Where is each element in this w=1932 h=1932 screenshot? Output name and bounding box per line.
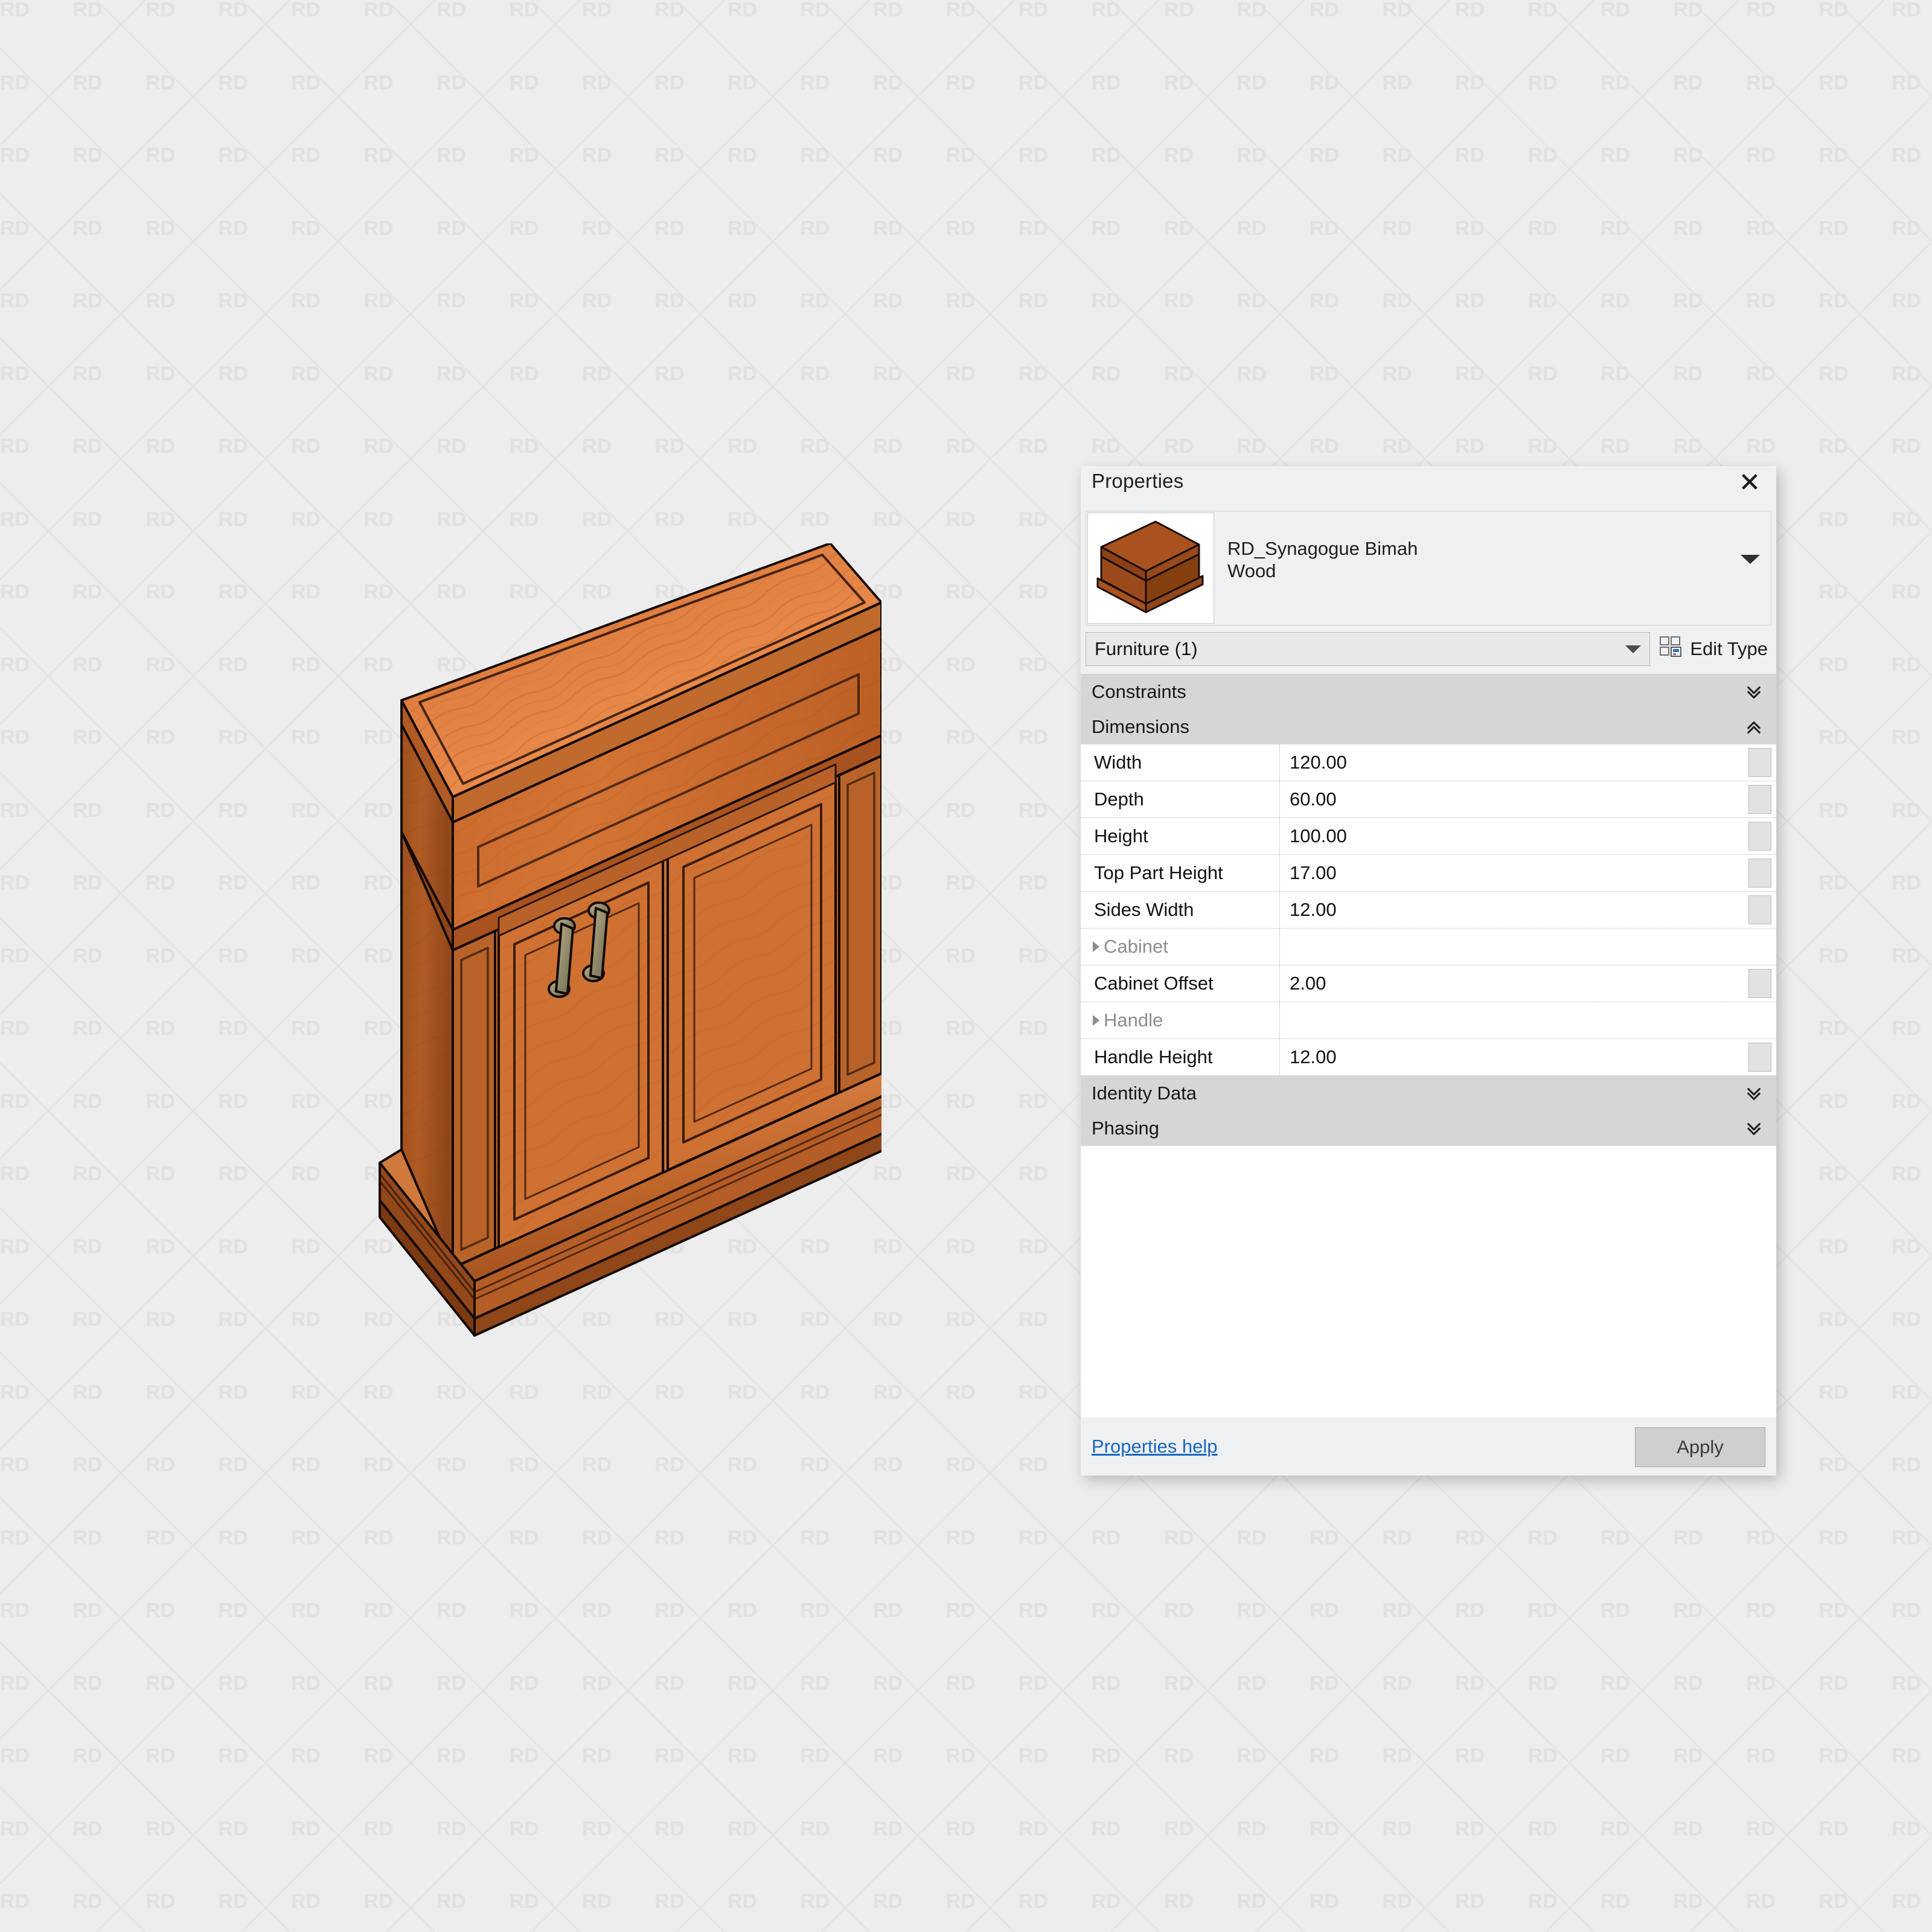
- properties-help-link[interactable]: Properties help: [1092, 1436, 1218, 1457]
- property-row[interactable]: Sides Width 12.00: [1081, 892, 1776, 929]
- property-label: Sides Width: [1081, 892, 1280, 928]
- property-row[interactable]: Handle: [1081, 1002, 1776, 1039]
- palette-title-bar: Properties ✕: [1081, 466, 1776, 510]
- property-value[interactable]: 120.00: [1280, 744, 1748, 781]
- property-label-text: Depth: [1094, 788, 1144, 810]
- property-label-text: Handle Height: [1094, 1046, 1213, 1067]
- property-associate-button[interactable]: [1748, 748, 1771, 777]
- property-label: Width: [1081, 744, 1280, 781]
- property-associate-button[interactable]: [1748, 895, 1771, 924]
- category-selector[interactable]: Furniture (1): [1086, 632, 1651, 666]
- table-empty-area: [1081, 1146, 1776, 1418]
- property-label: Height: [1081, 818, 1280, 854]
- property-group-constraints[interactable]: Constraints: [1081, 674, 1776, 709]
- selector-row: Furniture (1) Edit Type: [1086, 630, 1771, 668]
- apply-button[interactable]: Apply: [1635, 1427, 1765, 1467]
- property-row[interactable]: Height 100.00: [1081, 818, 1776, 855]
- property-label-text: Height: [1094, 825, 1148, 846]
- property-label-text: Handle: [1104, 1009, 1163, 1031]
- property-value[interactable]: 17.00: [1280, 855, 1748, 891]
- chevron-double-down-icon[interactable]: [1746, 1086, 1762, 1101]
- palette-body: RD_Synagogue Bimah Wood Furniture (1) Ed…: [1081, 510, 1776, 1418]
- property-row[interactable]: Cabinet: [1081, 929, 1776, 965]
- property-row[interactable]: Width 120.00: [1081, 744, 1776, 781]
- property-row[interactable]: Handle Height 12.00: [1081, 1039, 1776, 1076]
- chevron-double-down-icon[interactable]: [1746, 1121, 1762, 1136]
- property-label: Handle: [1081, 1002, 1280, 1038]
- property-group-identity-data[interactable]: Identity Data: [1081, 1076, 1776, 1111]
- chevron-double-up-icon[interactable]: [1746, 719, 1762, 735]
- property-value[interactable]: 100.00: [1280, 818, 1748, 854]
- property-associate-button[interactable]: [1748, 822, 1771, 851]
- property-value[interactable]: 60.00: [1280, 781, 1748, 817]
- property-label-text: Width: [1094, 752, 1142, 773]
- chevron-double-down-icon[interactable]: [1746, 684, 1762, 700]
- triangle-right-icon[interactable]: [1093, 941, 1099, 952]
- property-value[interactable]: 12.00: [1280, 892, 1748, 928]
- property-label: Cabinet: [1081, 929, 1280, 965]
- palette-title: Properties: [1092, 470, 1184, 492]
- palette-footer: Properties help Apply: [1081, 1418, 1776, 1476]
- property-label: Top Part Height: [1081, 855, 1280, 891]
- property-label: Depth: [1081, 781, 1280, 817]
- property-associate-button[interactable]: [1748, 859, 1771, 888]
- property-group-dimensions[interactable]: Dimensions: [1081, 709, 1776, 744]
- property-associate-button[interactable]: [1748, 969, 1771, 998]
- properties-table: Constraints Dimensions Width 120.00 Depth 60.…: [1081, 674, 1776, 1146]
- property-associate-button[interactable]: [1748, 1043, 1771, 1072]
- family-name: RD_Synagogue Bimah: [1227, 538, 1418, 559]
- property-group-phasing[interactable]: Phasing: [1081, 1111, 1776, 1146]
- property-group-label: Phasing: [1092, 1118, 1160, 1139]
- property-value: [1280, 1002, 1748, 1038]
- property-group-label: Constraints: [1092, 681, 1186, 702]
- property-label: Cabinet Offset: [1081, 965, 1280, 1002]
- property-value[interactable]: 2.00: [1280, 965, 1748, 1002]
- edit-type-label: Edit Type: [1690, 638, 1768, 659]
- type-name: Wood: [1227, 560, 1276, 581]
- property-label-text: Top Part Height: [1094, 862, 1223, 883]
- chevron-down-icon: [1625, 645, 1642, 653]
- properties-palette[interactable]: Properties ✕ RD_Synagogue Bimah Wood Fur…: [1081, 466, 1776, 1476]
- edit-type-icon: [1660, 636, 1683, 662]
- property-label-text: Cabinet: [1104, 936, 1168, 957]
- property-value: [1280, 929, 1748, 965]
- property-group-label: Identity Data: [1092, 1083, 1197, 1104]
- property-row[interactable]: Cabinet Offset 2.00: [1081, 965, 1776, 1002]
- property-row[interactable]: Depth 60.00: [1081, 781, 1776, 818]
- property-value[interactable]: 12.00: [1280, 1039, 1748, 1075]
- type-header[interactable]: RD_Synagogue Bimah Wood: [1086, 511, 1771, 625]
- property-label-text: Cabinet Offset: [1094, 973, 1214, 994]
- edit-type-button[interactable]: Edit Type: [1660, 636, 1771, 662]
- category-selector-value: Furniture (1): [1095, 638, 1198, 659]
- type-name-block: RD_Synagogue Bimah Wood: [1214, 511, 1418, 582]
- chevron-down-icon[interactable]: [1741, 555, 1760, 564]
- property-associate-button[interactable]: [1748, 785, 1771, 814]
- property-row[interactable]: Top Part Height 17.00: [1081, 855, 1776, 892]
- property-group-label: Dimensions: [1092, 716, 1189, 737]
- close-icon[interactable]: ✕: [1735, 469, 1764, 497]
- triangle-right-icon[interactable]: [1093, 1015, 1099, 1026]
- furniture-thumbnail[interactable]: [1087, 513, 1214, 624]
- bimah-svg: [379, 542, 904, 1337]
- property-label: Handle Height: [1081, 1039, 1280, 1075]
- property-label-text: Sides Width: [1094, 899, 1194, 920]
- furniture-3d-model[interactable]: [169, 542, 904, 1389]
